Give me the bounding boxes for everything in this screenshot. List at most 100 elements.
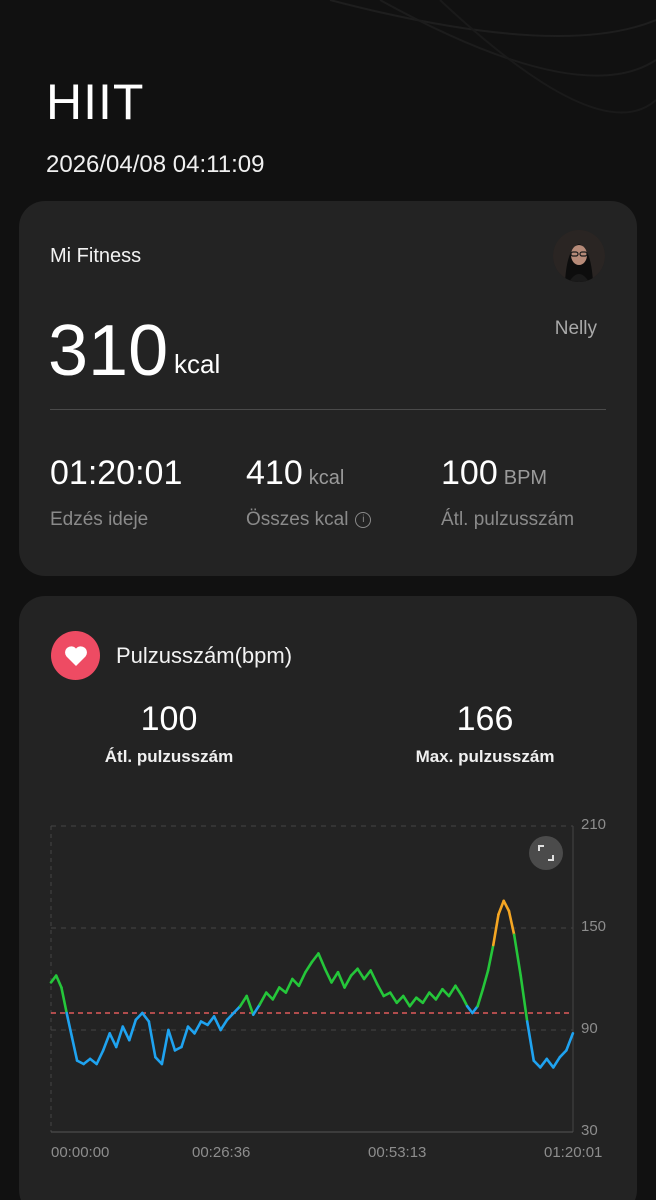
divider: [50, 409, 606, 410]
heart-rate-line-segment: [258, 991, 268, 1006]
x-tick-label: 00:53:13: [368, 1144, 427, 1161]
heart-rate-line-segment: [264, 991, 275, 1001]
active-kcal-unit: kcal: [174, 349, 221, 379]
heart-rate-line-segment: [245, 994, 255, 1017]
workout-header: HIIT: [46, 72, 144, 132]
workout-datetime: 2026/04/08 04:11:09: [46, 151, 265, 178]
heart-rate-line-segment: [238, 994, 249, 1008]
stat-value: 410: [246, 454, 303, 492]
heart-rate-line-segment: [551, 1055, 562, 1069]
heart-rate-line-segment: [232, 1004, 242, 1015]
heart-rate-line-segment: [565, 1032, 575, 1052]
heart-rate-line-segment: [219, 1018, 229, 1032]
heart-rate-line-segment: [525, 1020, 536, 1062]
heart-rate-line-segment: [141, 1011, 151, 1023]
heart-rate-line-segment: [497, 899, 506, 916]
heart-rate-line-segment: [343, 974, 353, 989]
x-tick-label: 00:00:00: [51, 1144, 110, 1161]
heart-rate-line-segment: [134, 1011, 144, 1022]
heart-rate-line-segment: [349, 967, 359, 977]
x-tick-label: 01:20:01: [544, 1144, 603, 1161]
heart-rate-line-segment: [375, 982, 385, 998]
heart-rate-line-segment: [212, 1015, 222, 1032]
heart-rate-line-segment: [336, 970, 346, 989]
expand-icon: [538, 845, 554, 861]
x-tick-label: 00:26:36: [192, 1144, 251, 1161]
heart-rate-line-segment: [428, 991, 438, 1001]
stat-value: 100: [441, 454, 498, 492]
heart-rate-line-segment: [545, 1057, 555, 1069]
heart-rate-line-segment: [101, 1032, 112, 1052]
heart-rate-line-segment: [108, 1032, 118, 1049]
heart-rate-line-segment: [481, 969, 490, 991]
heart-rate-line-segment: [460, 994, 469, 1008]
heart-rate-line-segment: [476, 987, 485, 1008]
heart-rate-line-segment: [95, 1049, 105, 1066]
heart-rate-line-segment: [147, 1020, 157, 1059]
heart-rate-line-segment: [395, 994, 405, 1005]
heart-rate-chart[interactable]: [19, 596, 637, 1200]
heart-rate-line-segment: [65, 1011, 74, 1039]
heart-rate-line-segment: [507, 909, 516, 937]
heart-rate-line-segment: [454, 984, 464, 998]
heart-rate-line-segment: [323, 967, 333, 984]
heart-rate-line-segment: [447, 984, 457, 998]
heart-rate-line-segment: [167, 1028, 177, 1052]
heart-rate-line-segment: [54, 974, 63, 989]
heart-rate-line-segment: [434, 987, 444, 1001]
stat-avg-bpm: 100 BPM Átl. pulzusszám: [441, 453, 574, 531]
heart-rate-line-segment: [558, 1049, 568, 1059]
heart-rate-line-segment: [310, 952, 320, 964]
heart-rate-line-segment: [491, 913, 500, 947]
heart-rate-line-segment: [441, 987, 451, 998]
heart-rate-line-segment: [538, 1057, 549, 1069]
heart-rate-line-segment: [121, 1025, 131, 1042]
workout-title: HIIT: [46, 74, 145, 130]
heart-rate-line-segment: [401, 994, 412, 1008]
stat-label-row: Összes kcal i: [246, 509, 372, 531]
stat-unit: kcal: [308, 467, 345, 489]
heart-rate-line-segment: [317, 952, 327, 971]
stat-total-kcal: 410 kcal Összes kcal i: [246, 453, 372, 531]
app-name: Mi Fitness: [50, 245, 142, 267]
stat-duration: 01:20:01 Edzés ideje: [50, 453, 182, 531]
heart-rate-line-segment: [356, 967, 366, 981]
stat-label: Átl. pulzusszám: [441, 509, 575, 530]
heart-rate-line-segment: [291, 977, 301, 988]
info-icon[interactable]: i: [355, 512, 372, 528]
y-tick-label: 90: [581, 1020, 598, 1037]
heart-rate-line-segment: [362, 969, 372, 981]
heart-rate-line-segment: [160, 1028, 170, 1066]
user-name: Nelly: [554, 318, 597, 339]
expand-chart-button[interactable]: [529, 836, 563, 870]
summary-card[interactable]: Mi Fitness Nelly 310 kcal 01:20:01 Edzés…: [19, 201, 637, 576]
heart-rate-line-segment: [271, 986, 281, 1001]
active-kcal-value: 310: [48, 311, 169, 391]
y-tick-label: 30: [581, 1122, 598, 1139]
y-tick-label: 210: [581, 816, 607, 833]
heart-rate-line-segment: [304, 960, 314, 974]
heart-rate-line-segment: [512, 933, 522, 977]
avatar[interactable]: [553, 230, 605, 282]
stat-label: Összes kcal: [246, 509, 349, 530]
heart-rate-line-segment: [70, 1035, 79, 1062]
heart-rate-line-segment: [408, 996, 418, 1008]
heart-rate-line-segment: [532, 1059, 542, 1069]
heart-rate-line-segment: [60, 986, 68, 1015]
heart-rate-line-segment: [388, 991, 399, 1005]
stat-label: Edzés ideje: [50, 509, 149, 530]
heart-rate-card[interactable]: Pulzusszám(bpm) 100 Átl. pulzusszám 166 …: [19, 596, 637, 1200]
y-tick-label: 150: [581, 918, 607, 935]
avatar-image: [553, 230, 605, 282]
heart-rate-line-segment: [330, 970, 340, 984]
stat-unit: BPM: [503, 467, 548, 489]
heart-rate-line-segment: [206, 1015, 216, 1027]
stat-value: 01:20:01: [50, 454, 183, 492]
heart-rate-line-segment: [297, 970, 307, 988]
heart-rate-line-segment: [421, 991, 431, 1005]
heart-rate-line-segment: [225, 1011, 235, 1022]
heart-rate-line-segment: [369, 969, 379, 986]
heart-rate-line-segment: [114, 1025, 125, 1049]
heart-rate-line-segment: [486, 943, 495, 972]
heart-rate-line-segment: [519, 974, 529, 1023]
